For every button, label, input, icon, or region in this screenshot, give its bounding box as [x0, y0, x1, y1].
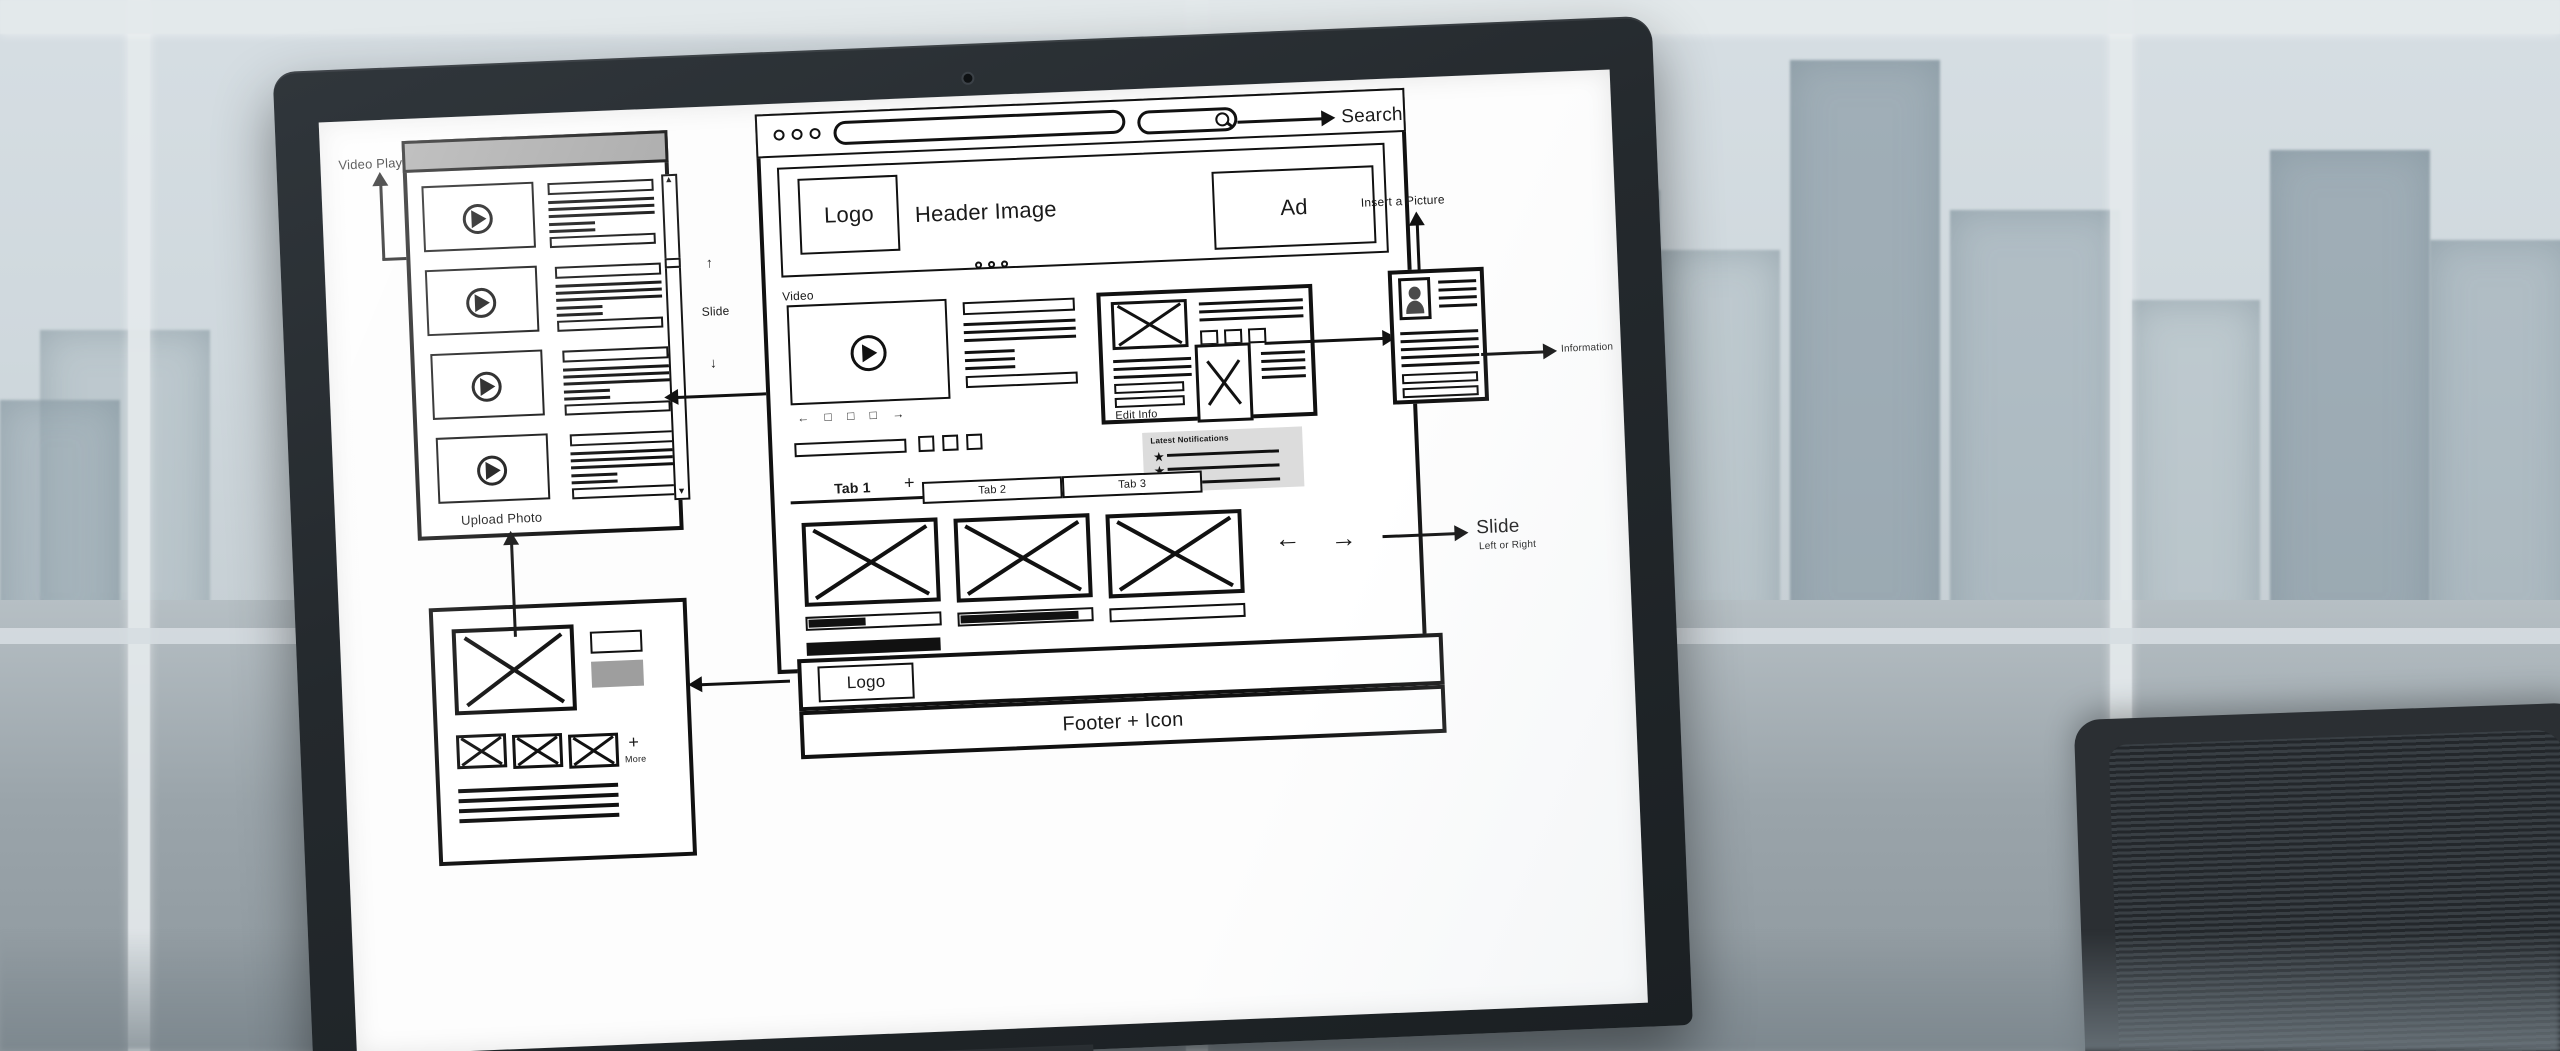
scrollbar-thumb[interactable] [664, 257, 681, 269]
edit-info-label: Edit Info [1115, 408, 1158, 423]
gallery-prev-button[interactable]: ← [1274, 523, 1301, 555]
checkbox[interactable] [918, 435, 935, 453]
scroll-up-icon[interactable]: ▲ [664, 174, 674, 184]
upload-field[interactable] [589, 629, 643, 654]
person-avatar-icon [1397, 277, 1432, 321]
callout-arrow-tip [502, 530, 520, 546]
gallery-image[interactable] [801, 517, 941, 607]
callout-arrow-tip [371, 171, 389, 187]
callout-search: Search [1340, 103, 1404, 128]
callout-arrow-tip [663, 388, 679, 406]
ad-label: Ad [1279, 193, 1309, 221]
footer-logo-label: Logo [846, 671, 886, 693]
screenshot-root: Video Playlist ▲ ▼ Slide ↑ ↓ Search Logo… [0, 0, 2560, 1051]
gallery-next-button[interactable]: → [1330, 522, 1357, 554]
window-mullion [128, 0, 150, 1051]
callout-arrow-shaft [379, 181, 386, 260]
avatar-head [1408, 286, 1421, 300]
callout-slide-vertical: Slide [701, 303, 730, 319]
callout-arrow-shaft [1481, 350, 1546, 356]
monitor: Video Playlist ▲ ▼ Slide ↑ ↓ Search Logo… [272, 15, 1694, 1051]
more-label: More [624, 753, 647, 765]
image-placeholder[interactable] [1194, 342, 1254, 423]
tab-1[interactable]: Tab 1 [834, 479, 871, 496]
thumbnail-placeholder[interactable] [455, 733, 508, 770]
callout-arrow-tip [1542, 342, 1558, 360]
building [1790, 60, 1940, 640]
star-icon: ★ [1152, 449, 1166, 465]
callout-slide-horizontal: Slide [1475, 515, 1520, 539]
building [2430, 240, 2560, 640]
slide-down-arrow-icon: ↓ [709, 354, 718, 371]
callout-insert-picture: Insert a Picture [1360, 192, 1445, 210]
building [1950, 210, 2120, 640]
gallery-image[interactable] [953, 513, 1093, 603]
upload-image-placeholder[interactable] [451, 624, 577, 716]
monitor-screen: Video Playlist ▲ ▼ Slide ↑ ↓ Search Logo… [318, 69, 1648, 1051]
callout-slide-horizontal-sub: Left or Right [1478, 538, 1537, 553]
slide-up-arrow-icon: ↑ [705, 254, 714, 271]
callout-arrow-tip [1321, 109, 1336, 127]
callout-arrow-shaft [1415, 221, 1421, 272]
building [1660, 250, 1780, 640]
window-mullion [0, 0, 2560, 34]
callout-arrow-tip [1408, 211, 1425, 226]
thumbnail-placeholder[interactable] [511, 732, 564, 770]
checkbox[interactable] [942, 434, 959, 452]
callout-arrow-tip [1454, 524, 1469, 542]
callout-arrow-shaft [693, 679, 791, 687]
checkbox[interactable] [966, 433, 983, 451]
upload-gray-block [591, 659, 645, 688]
avatar-body [1405, 300, 1425, 315]
thumbnail-placeholder[interactable] [567, 732, 620, 769]
video-section-label: Video [781, 288, 814, 304]
more-plus-icon[interactable]: + [628, 732, 640, 753]
wireframe-canvas: Video Playlist ▲ ▼ Slide ↑ ↓ Search Logo… [319, 69, 1648, 1051]
building [2130, 300, 2260, 640]
gallery-image[interactable] [1105, 508, 1245, 599]
callout-information: Information [1560, 341, 1614, 355]
logo-label: Logo [823, 200, 875, 228]
image-placeholder[interactable] [1110, 299, 1189, 351]
building [2270, 150, 2430, 640]
callout-arrow-tip [687, 676, 703, 693]
scroll-down-icon[interactable]: ▼ [677, 486, 687, 496]
add-tab-button[interactable]: + [904, 472, 916, 493]
